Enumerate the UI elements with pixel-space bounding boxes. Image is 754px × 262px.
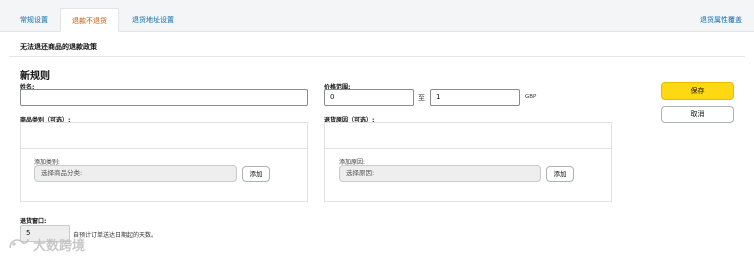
price-from-input[interactable]: 0 xyxy=(324,89,414,106)
tab-general-settings[interactable]: 常规设置 xyxy=(9,8,59,32)
section-divider xyxy=(9,56,745,57)
reason-list-area xyxy=(325,123,611,149)
tab-return-address-settings[interactable]: 退货地址设置 xyxy=(121,8,185,32)
currency-label: GBP xyxy=(525,94,537,100)
category-panel xyxy=(20,122,308,202)
return-attribute-override-link[interactable]: 退货属性覆盖 xyxy=(700,8,742,32)
category-select[interactable]: 选择商品分类: xyxy=(34,165,237,182)
policy-title: 无法退还商品的退款政策 xyxy=(20,43,97,51)
cancel-button[interactable]: 取消 xyxy=(661,106,734,123)
add-category-button[interactable]: 添加 xyxy=(242,166,270,182)
reason-panel xyxy=(324,122,612,202)
name-input[interactable] xyxy=(20,89,308,106)
tab-bar: 常规设置 退款不退货 退货地址设置 退货属性覆盖 xyxy=(0,0,754,32)
add-reason-button[interactable]: 添加 xyxy=(546,166,574,182)
tab-refund-no-return[interactable]: 退款不退货 xyxy=(60,8,119,32)
rule-heading: 新规则 xyxy=(20,71,50,82)
category-list-area xyxy=(21,123,307,149)
price-to-input[interactable]: 1 xyxy=(430,89,520,106)
return-window-suffix: 自预计订单送达日期起的天数。 xyxy=(73,232,158,239)
reason-select[interactable]: 选择原因: xyxy=(339,165,541,182)
watermark-text: 大数跨境 xyxy=(33,239,86,254)
save-button[interactable]: 保存 xyxy=(661,82,734,100)
watermark-logo-icon xyxy=(9,238,29,249)
price-to-separator: 至 xyxy=(418,94,425,102)
return-window-label: 退货窗口: xyxy=(20,218,47,225)
